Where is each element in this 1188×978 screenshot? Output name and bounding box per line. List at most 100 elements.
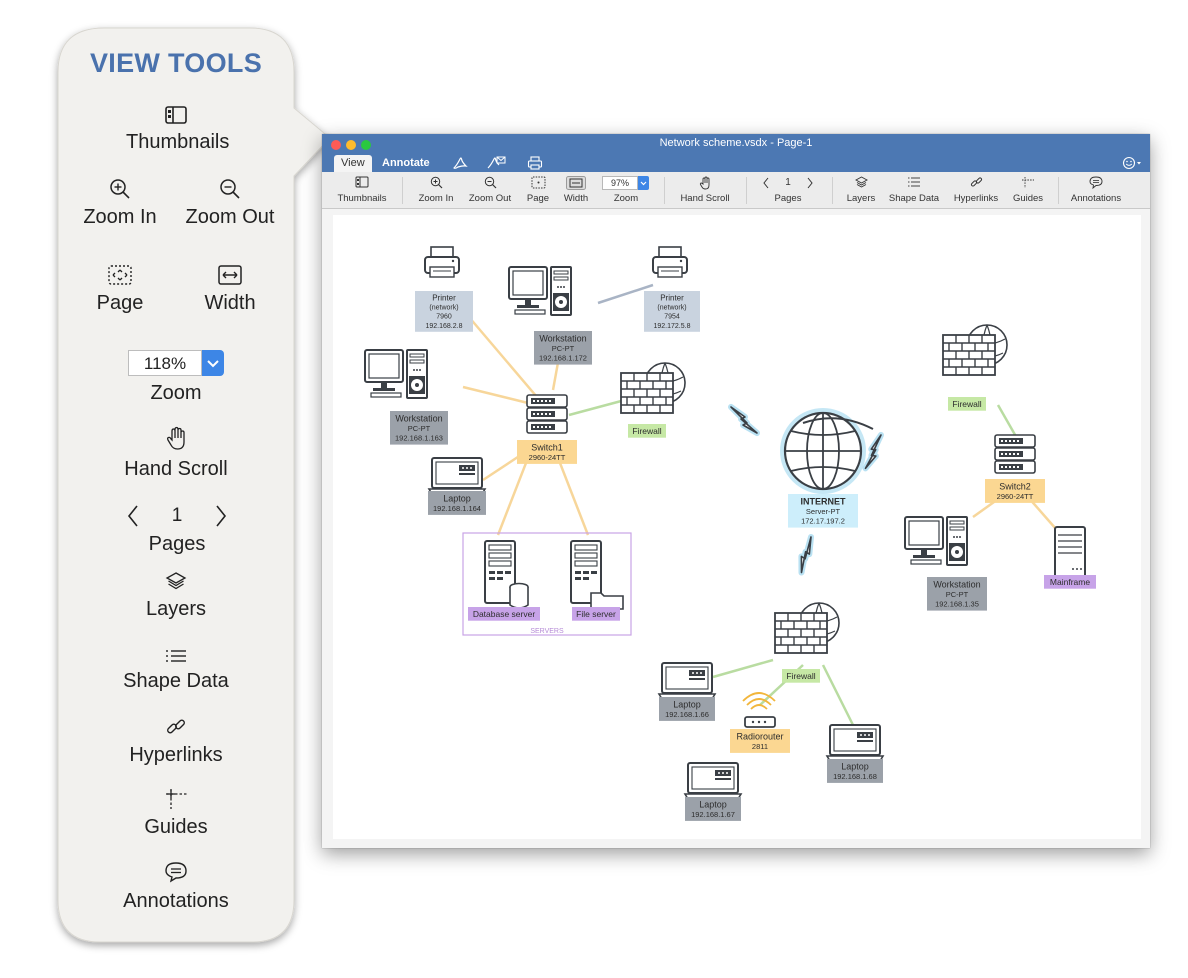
comment-icon [165, 862, 187, 883]
firewall3-label: Firewall [782, 669, 820, 683]
diagram-label-text: File server [576, 609, 616, 619]
pages-control: 1 Pages [758, 174, 818, 204]
diagram-label-text: Switch2 [999, 481, 1031, 491]
toolbar-separator [746, 177, 747, 204]
tab-annotate[interactable]: Annotate [382, 155, 430, 172]
fit-width-icon [566, 176, 586, 190]
zoom-select[interactable]: 97% [602, 176, 638, 190]
diagram-label-text: PC-PT [946, 590, 969, 599]
thumbnails-button[interactable]: Thumbnails [334, 174, 390, 204]
app-window: Network scheme.vsdx - Page-1 View Annota… [322, 134, 1150, 848]
diagram-label-text: 192.168.1.67 [691, 810, 735, 819]
callout-hyperlinks-label: Hyperlinks [129, 744, 223, 766]
switch2-label: Switch22960-24TT [985, 479, 1045, 503]
chevron-right-icon [216, 505, 227, 527]
layers-button[interactable]: Layers [840, 174, 882, 204]
tab-view[interactable]: View [334, 155, 372, 172]
callout-shape-data: Shape Data [116, 648, 236, 693]
callout-page-label: Page [96, 292, 144, 314]
ws-left-label: WorkstationPC-PT192.168.1.163 [390, 411, 448, 445]
mainframe-label: Mainframe [1044, 575, 1096, 589]
toolbar-separator [402, 177, 403, 204]
laptop-icon [658, 662, 716, 700]
annotations-label: Annotations [1070, 193, 1122, 204]
firewall-icon [942, 324, 1008, 376]
export-pdf-mail-icon[interactable] [486, 156, 506, 170]
diagram-label-text: (network) [657, 305, 686, 312]
hand-icon [166, 426, 185, 450]
laptop-68-label: Laptop192.168.1.68 [827, 759, 883, 783]
fit-page-button[interactable]: Page [522, 174, 554, 204]
thumbnails-label: Thumbnails [337, 193, 387, 204]
acrobat-icon[interactable] [452, 156, 468, 170]
lightning-link-icon [788, 537, 824, 573]
callout-thumbnails-label: Thumbnails [126, 131, 230, 153]
callout-guides-label: Guides [144, 816, 208, 838]
hyperlinks-button[interactable]: Hyperlinks [950, 174, 1002, 204]
zoom-out-button[interactable]: Zoom Out [466, 174, 514, 204]
diagram-label-text: Mainframe [1050, 577, 1090, 587]
workstation-icon [904, 516, 968, 566]
radiorouter-label: Radiorouter2811 [730, 729, 790, 753]
annotations-button[interactable]: Annotations [1066, 174, 1126, 204]
diagram-label-text: 192.168.2.8 [426, 323, 463, 330]
layers-label: Layers [846, 193, 876, 204]
link-icon [970, 177, 982, 187]
internet-label: INTERNETServer-PT172.17.197.2 [788, 494, 858, 528]
guides-button[interactable]: Guides [1008, 174, 1048, 204]
callout-layers-label: Layers [145, 598, 207, 620]
thumbnails-icon [165, 106, 187, 124]
zoom-label: Zoom [613, 193, 639, 204]
toolbar: Thumbnails Zoom In Zoom Out Page Width 9… [322, 172, 1150, 209]
diagram-label-text: 2960-24TT [529, 453, 566, 462]
diagram-label-text: 2960-24TT [997, 492, 1034, 501]
hand-scroll-label: Hand Scroll [680, 193, 730, 204]
diagram-label-text: 172.17.197.2 [801, 517, 845, 526]
chevron-right-icon[interactable] [806, 177, 814, 189]
hand-scroll-button[interactable]: Hand Scroll [672, 174, 738, 204]
callout-page: Page [80, 264, 160, 315]
callout-hand-scroll-label: Hand Scroll [124, 458, 228, 480]
diagram-label-text: 192.168.1.172 [539, 354, 587, 363]
diagram-label-text: 192.168.1.66 [665, 710, 709, 719]
ws-right-label: WorkstationPC-PT192.168.1.35 [927, 577, 987, 611]
mainframe-icon [1054, 526, 1086, 578]
fit-width-icon [218, 265, 242, 285]
firewall-icon [774, 602, 840, 654]
diagram-label-text: INTERNET [801, 496, 847, 506]
chevron-down-icon [202, 350, 224, 376]
zoom-in-button[interactable]: Zoom In [414, 174, 458, 204]
firewall1-label: Firewall [628, 424, 666, 438]
smiley-feedback-icon[interactable] [1122, 156, 1144, 170]
callout-width-label: Width [204, 292, 256, 314]
laptop-66-label: Laptop192.168.1.66 [659, 697, 715, 721]
callout-zoom: 118% Zoom [128, 350, 224, 405]
drawing-canvas[interactable]: Printer (network) 7960 192.168.2.8 Printer (n… [333, 215, 1141, 839]
diagram-label-text: PC-PT [552, 344, 575, 353]
diagram-label-text: Printer [432, 293, 456, 302]
diagram-label-text: Laptop [699, 799, 727, 809]
callout-zoom-out-label: Zoom Out [185, 206, 275, 228]
chevron-down-icon[interactable] [638, 176, 649, 190]
callout-hyperlinks: Hyperlinks [116, 716, 236, 767]
fit-width-button[interactable]: Width [558, 174, 594, 204]
callout-zoom-select: 118% [128, 350, 224, 376]
print-icon[interactable] [527, 156, 543, 170]
file-server-label: File server [572, 607, 620, 621]
comment-icon [1089, 176, 1103, 190]
callout-annotations: Annotations [116, 860, 236, 913]
toolbar-separator [1058, 177, 1059, 204]
laptop-icon [826, 724, 884, 762]
wifi-router-icon [742, 692, 776, 728]
database-cylinder-icon [509, 582, 529, 609]
diagram-label-text: 2811 [752, 742, 768, 751]
list-icon [166, 650, 186, 662]
diagram-label-text: 192.172.5.8 [654, 323, 691, 330]
diagram-label-text: 7960 [436, 314, 452, 321]
callout-title: VIEW TOOLS [89, 48, 262, 78]
callout-shape-data-label: Shape Data [123, 670, 229, 692]
zoom-in-label: Zoom In [418, 193, 454, 204]
laptop-67-label: Laptop192.168.1.67 [685, 797, 741, 821]
laptop-icon [684, 762, 742, 800]
shape-data-button[interactable]: Shape Data [884, 174, 944, 204]
